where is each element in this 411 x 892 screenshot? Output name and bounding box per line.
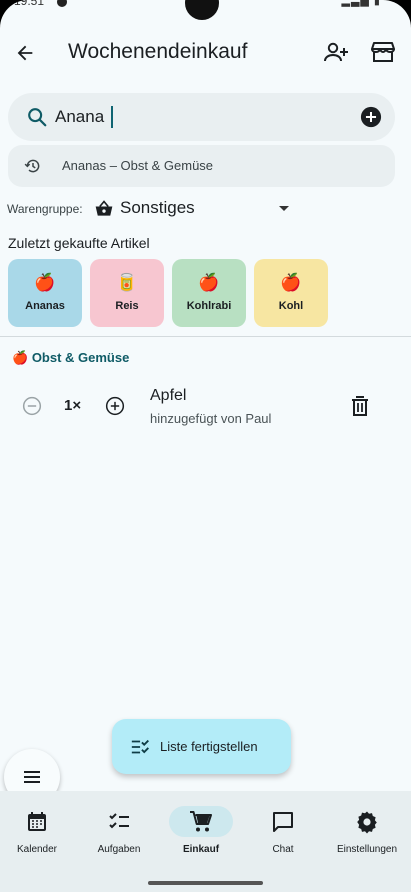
- menu-icon: [24, 771, 40, 783]
- list-item: 1× Apfel hinzugefügt von Paul: [0, 380, 411, 436]
- item-quantity: 1×: [64, 397, 82, 414]
- recent-item-chip[interactable]: 🍎 Kohl: [254, 259, 328, 327]
- nav-item-einstellungen[interactable]: Einstellungen: [328, 791, 406, 861]
- category-heading: 🍎 Obst & Gemüse: [12, 350, 129, 366]
- product-group-select[interactable]: Warengruppe: Sonstiges: [7, 197, 307, 221]
- nav-label: Einkauf: [182, 844, 220, 855]
- apple-icon: 🍎: [280, 273, 302, 292]
- checklist-icon: [131, 739, 149, 754]
- recent-item-label: Reis: [115, 300, 139, 312]
- delete-icon[interactable]: [350, 395, 370, 417]
- recent-item-label: Kohlrabi: [186, 300, 232, 312]
- add-circle-icon[interactable]: [360, 106, 382, 128]
- apple-icon: 🍎: [34, 273, 56, 292]
- recent-item-label: Ananas: [25, 300, 65, 312]
- item-added-by: hinzugefügt von Paul: [150, 411, 272, 426]
- divider: [0, 336, 411, 337]
- decrease-button[interactable]: [22, 396, 42, 416]
- recent-item-label: Kohl: [278, 300, 304, 312]
- apple-icon: 🍎: [12, 350, 29, 365]
- store-button[interactable]: [370, 39, 398, 67]
- product-group-label: Warengruppe:: [7, 202, 83, 216]
- app-screen: 19:51 ▂▃▅ ▮ Wochenendeinkauf Anana Anana…: [0, 0, 411, 892]
- product-group-value: Sonstiges: [120, 198, 195, 217]
- nav-item-kalender[interactable]: Kalender: [0, 791, 74, 861]
- notification-dot-icon: [57, 0, 67, 7]
- cart-icon: [190, 811, 212, 832]
- add-member-button[interactable]: [322, 39, 350, 67]
- recent-item-chip[interactable]: 🥫 Reis: [90, 259, 164, 327]
- recent-item-chip[interactable]: 🍎 Ananas: [8, 259, 82, 327]
- increase-button[interactable]: [105, 396, 125, 416]
- home-indicator[interactable]: [148, 881, 263, 885]
- checklist-icon: [109, 813, 129, 829]
- person-add-icon: [324, 42, 348, 62]
- back-button[interactable]: [10, 38, 40, 68]
- signal-icon: ▂▃▅ ▮: [341, 0, 381, 7]
- nav-item-aufgaben[interactable]: Aufgaben: [82, 791, 156, 861]
- search-input[interactable]: [55, 101, 335, 133]
- search-bar: [8, 93, 395, 141]
- nav-label: Einstellungen: [336, 844, 398, 855]
- status-time: 19:51: [14, 0, 45, 8]
- search-suggestion[interactable]: Ananas – Obst & Gemüse: [8, 145, 395, 187]
- storefront-icon: [371, 42, 395, 62]
- finish-list-button[interactable]: Liste fertigstellen: [112, 719, 291, 774]
- nav-item-chat[interactable]: Chat: [246, 791, 320, 861]
- bottom-navigation: Kalender Aufgaben Einkauf Chat Einstellu…: [0, 791, 411, 892]
- arrow-back-icon: [17, 45, 33, 61]
- history-icon: [24, 159, 40, 173]
- chat-icon: [273, 812, 293, 832]
- search-icon: [28, 108, 47, 127]
- nav-item-einkauf[interactable]: Einkauf: [164, 791, 238, 861]
- nav-label: Chat: [272, 844, 294, 855]
- front-camera: [185, 0, 219, 20]
- apple-icon: 🍎: [198, 273, 220, 292]
- nav-label: Kalender: [16, 844, 58, 855]
- nav-label: Aufgaben: [97, 844, 141, 855]
- app-bar: Wochenendeinkauf: [0, 30, 411, 78]
- item-name[interactable]: Apfel: [150, 387, 186, 405]
- canned-food-icon: 🥫: [116, 273, 138, 292]
- calendar-icon: [28, 812, 46, 831]
- recent-items-title: Zuletzt gekaufte Artikel: [8, 235, 150, 251]
- shopping-basket-icon: [95, 200, 113, 216]
- dropdown-arrow-icon: [279, 206, 289, 211]
- text-cursor: [111, 106, 113, 128]
- recent-item-chip[interactable]: 🍎 Kohlrabi: [172, 259, 246, 327]
- suggestion-text: Ananas – Obst & Gemüse: [62, 158, 214, 173]
- finish-list-label: Liste fertigstellen: [160, 739, 258, 754]
- gear-icon: [357, 811, 377, 834]
- category-title: Obst & Gemüse: [31, 350, 130, 365]
- page-title: Wochenendeinkauf: [68, 40, 248, 63]
